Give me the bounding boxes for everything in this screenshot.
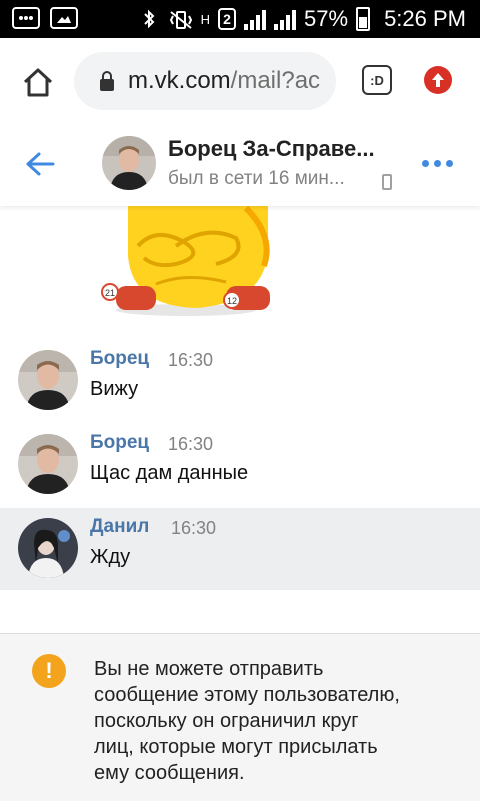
message-author[interactable]: Борец (90, 348, 149, 370)
warning-icon: ! (32, 654, 66, 688)
dot-icon (434, 160, 441, 167)
system-icons: H 2 57% 5:26 PM (137, 6, 466, 32)
arrow-up-icon (432, 73, 444, 87)
battery-icon (356, 7, 371, 31)
home-icon (23, 68, 53, 97)
signal-icon (274, 8, 297, 30)
sticker-image[interactable]: 21 12 (96, 205, 276, 318)
home-button[interactable] (18, 62, 58, 102)
avatar[interactable] (18, 350, 78, 410)
message-item[interactable]: Борец 16:30 Щас дам данные (0, 424, 480, 506)
notice-text: Вы не можете отправить сообщение этому п… (94, 658, 400, 784)
message-author[interactable]: Данил (90, 516, 149, 538)
network-type-label: H (200, 11, 211, 27)
url-path: /mail?ac (230, 67, 321, 94)
mobile-device-icon (382, 174, 392, 190)
arrow-left-icon (26, 152, 55, 176)
message-author[interactable]: Борец (90, 432, 149, 454)
message-text: Жду (90, 546, 131, 568)
message-time: 16:30 (168, 434, 214, 454)
browser-toolbar: m.vk.com/mail?ac :D (0, 38, 480, 124)
image-notification-icon (50, 7, 78, 29)
message-text: Щас дам данные (90, 462, 249, 484)
lock-icon (96, 69, 118, 93)
signal-icon (244, 8, 267, 30)
vibrate-icon (169, 8, 193, 30)
message-time: 16:30 (171, 518, 217, 538)
status-bar: H 2 57% 5:26 PM (0, 0, 480, 38)
messages-notification-icon (12, 7, 40, 29)
avatar[interactable] (18, 434, 78, 494)
chat-header: Борец За-Справе... был в сети 16 мин... (0, 124, 480, 206)
sticker-ball-number: 12 (227, 296, 237, 306)
avatar[interactable] (18, 518, 78, 578)
update-button[interactable] (424, 66, 452, 94)
contact-avatar[interactable] (102, 136, 156, 190)
message-time: 16:30 (168, 350, 214, 370)
contact-last-seen: был в сети 16 мин... (168, 168, 345, 189)
tab-switcher-button[interactable]: :D (362, 65, 392, 95)
clock: 5:26 PM (384, 6, 466, 31)
notification-icons (12, 7, 78, 29)
contact-name[interactable]: Борец За-Справе... (168, 136, 375, 162)
message-text: Вижу (90, 378, 139, 400)
dot-icon (446, 160, 453, 167)
url-host: m.vk.com (128, 67, 231, 94)
url-text[interactable]: m.vk.com/mail?ac (128, 67, 320, 95)
messaging-restricted-notice: ! Вы не можете отправить сообщение этому… (0, 633, 480, 801)
back-button[interactable] (22, 144, 58, 184)
sim-slot-badge: 2 (218, 8, 237, 30)
sticker-ball-number: 21 (105, 288, 115, 298)
message-item[interactable]: Борец 16:30 Вижу (0, 340, 480, 422)
bluetooth-icon (137, 8, 161, 30)
dot-icon (422, 160, 429, 167)
battery-percent: 57% (304, 6, 349, 31)
message-item[interactable]: Данил 16:30 Жду (0, 508, 480, 590)
address-bar[interactable]: m.vk.com/mail?ac (74, 52, 336, 110)
more-options-button[interactable] (420, 154, 455, 173)
